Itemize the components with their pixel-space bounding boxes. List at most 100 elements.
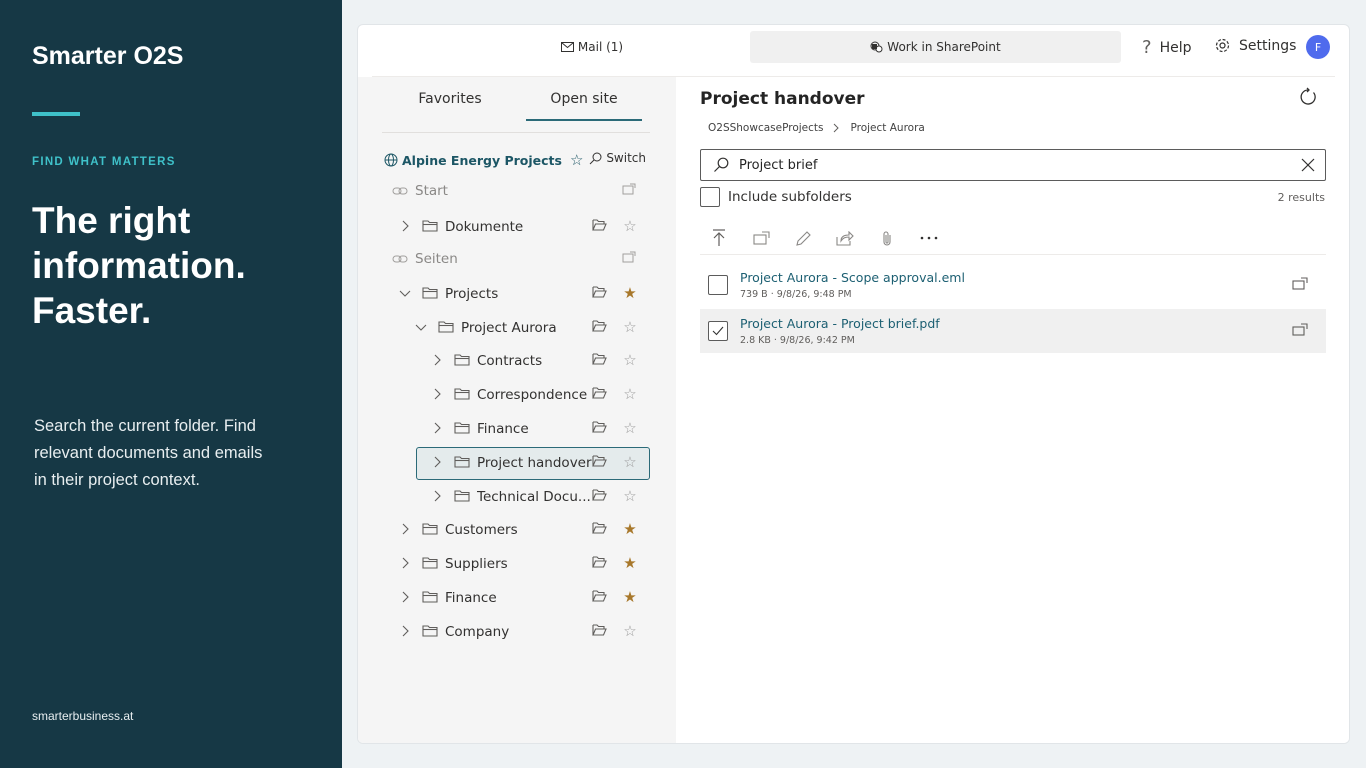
sidebar-item[interactable]: Customers ★ (358, 514, 676, 544)
active-tab-indicator (526, 119, 642, 121)
close-icon[interactable] (1301, 158, 1315, 172)
search-input[interactable] (739, 157, 1279, 173)
chevron-right-icon[interactable] (430, 353, 444, 367)
tab-favorites[interactable]: Favorites (382, 91, 518, 107)
open-external-icon[interactable] (1292, 277, 1308, 293)
link-icon (392, 254, 410, 268)
switch-site-button[interactable]: Switch (589, 151, 646, 165)
chevron-down-icon[interactable] (398, 286, 412, 300)
star-icon[interactable]: ☆ (622, 218, 638, 234)
sidebar-item[interactable]: Finance ☆ (358, 413, 676, 443)
chevron-right-icon[interactable] (398, 522, 412, 536)
attach-icon[interactable] (876, 227, 898, 249)
star-icon[interactable]: ★ (622, 555, 638, 571)
star-icon[interactable]: ☆ (622, 386, 638, 402)
open-folder-icon[interactable] (592, 590, 608, 604)
site-name[interactable]: Alpine Energy Projects (402, 153, 562, 168)
chevron-right-icon[interactable] (398, 219, 412, 233)
open-folder-icon[interactable] (592, 286, 608, 300)
open-folder-icon[interactable] (592, 320, 608, 334)
chevron-right-icon (833, 123, 840, 133)
file-row[interactable]: Project Aurora - Scope approval.eml 739 B… (700, 263, 1326, 307)
folder-icon (454, 353, 472, 367)
open-folder-icon[interactable] (592, 489, 608, 503)
star-icon[interactable]: ☆ (622, 420, 638, 436)
refresh-icon[interactable] (1298, 87, 1320, 109)
chevron-right-icon[interactable] (430, 421, 444, 435)
sidebar-item[interactable]: Project handover ☆ (358, 447, 676, 480)
open-folder-icon[interactable] (592, 353, 608, 367)
open-external-icon[interactable] (622, 251, 638, 265)
file-name[interactable]: Project Aurora - Project brief.pdf (740, 316, 940, 331)
star-icon[interactable]: ☆ (622, 488, 638, 504)
chevron-right-icon[interactable] (398, 556, 412, 570)
chevron-right-icon[interactable] (430, 489, 444, 503)
sidebar-item[interactable]: Seiten (358, 245, 676, 275)
app-window: Mail (1) Work in SharePoint ? Help Setti… (357, 24, 1350, 744)
sidebar-item-label: Suppliers (445, 556, 508, 572)
star-icon[interactable]: ☆ (622, 352, 638, 368)
open-folder-icon[interactable] (592, 556, 608, 570)
sidebar-item[interactable]: Technical Docu... ☆ (358, 481, 676, 511)
sidebar-item[interactable]: Projects ★ (358, 278, 676, 308)
open-folder-icon[interactable] (592, 387, 608, 401)
sidebar-item[interactable]: Suppliers ★ (358, 548, 676, 578)
edit-icon[interactable] (792, 227, 814, 249)
sidebar-item[interactable]: Company ☆ (358, 616, 676, 646)
open-folder-icon[interactable] (592, 455, 608, 469)
file-row[interactable]: Project Aurora - Project brief.pdf 2.8 KB… (700, 309, 1326, 353)
headline: The right information. Faster. (32, 200, 246, 331)
sidebar: Favorites Open site Alpine Energy Projec… (358, 77, 676, 743)
work-in-sharepoint-button[interactable]: Work in SharePoint (750, 31, 1121, 63)
star-icon[interactable]: ☆ (570, 151, 583, 169)
sidebar-item[interactable]: Finance ★ (358, 582, 676, 612)
sidebar-item-label: Project handover (477, 455, 592, 471)
breadcrumb-item[interactable]: Project Aurora (850, 122, 924, 134)
open-folder-icon[interactable] (592, 522, 608, 536)
open-external-icon[interactable] (1292, 323, 1308, 339)
star-icon[interactable]: ★ (622, 285, 638, 301)
star-icon[interactable]: ☆ (622, 623, 638, 639)
folder-icon (422, 219, 440, 233)
file-meta: 2.8 KB · 9/8/26, 9:42 PM (740, 335, 855, 346)
open-folder-icon[interactable] (592, 219, 608, 233)
chevron-right-icon[interactable] (398, 590, 412, 604)
tab-open-site[interactable]: Open site (526, 91, 642, 107)
chevron-right-icon[interactable] (398, 624, 412, 638)
include-subfolders-toggle[interactable]: Include subfolders (700, 187, 852, 207)
star-icon[interactable]: ★ (622, 521, 638, 537)
upload-icon[interactable] (708, 227, 730, 249)
sidebar-item[interactable]: Start (358, 177, 676, 207)
include-subfolders-checkbox[interactable] (700, 187, 720, 207)
switch-label: Switch (606, 151, 646, 165)
more-icon[interactable] (918, 227, 940, 249)
top-bar: Mail (1) Work in SharePoint ? Help Setti… (358, 25, 1349, 77)
chevron-right-icon[interactable] (430, 455, 444, 469)
file-checkbox[interactable] (708, 321, 728, 341)
accent-bar (32, 112, 80, 116)
breadcrumb-item[interactable]: O2SShowcaseProjects (708, 122, 823, 134)
sidebar-item[interactable]: Correspondence ☆ (358, 379, 676, 409)
chevron-down-icon[interactable] (414, 320, 428, 334)
open-external-icon[interactable] (750, 227, 772, 249)
open-folder-icon[interactable] (592, 421, 608, 435)
help-button[interactable]: ? Help (1142, 37, 1191, 58)
sidebar-item-label: Customers (445, 522, 518, 538)
mail-button[interactable]: Mail (1) (518, 31, 666, 63)
sidebar-item[interactable]: Dokumente ☆ (358, 211, 676, 241)
avatar[interactable]: F (1306, 35, 1330, 59)
star-icon[interactable]: ☆ (622, 454, 638, 470)
open-external-icon[interactable] (622, 183, 638, 197)
sidebar-item-label: Finance (477, 421, 529, 437)
chevron-right-icon[interactable] (430, 387, 444, 401)
file-name[interactable]: Project Aurora - Scope approval.eml (740, 270, 965, 285)
sidebar-item[interactable]: Project Aurora ☆ (358, 312, 676, 342)
file-checkbox[interactable] (708, 275, 728, 295)
open-folder-icon[interactable] (592, 624, 608, 638)
results-count: 2 results (1277, 191, 1325, 204)
sidebar-item[interactable]: Contracts ☆ (358, 345, 676, 375)
share-icon[interactable] (834, 227, 856, 249)
settings-button[interactable]: Settings (1214, 37, 1296, 54)
star-icon[interactable]: ★ (622, 589, 638, 605)
star-icon[interactable]: ☆ (622, 319, 638, 335)
